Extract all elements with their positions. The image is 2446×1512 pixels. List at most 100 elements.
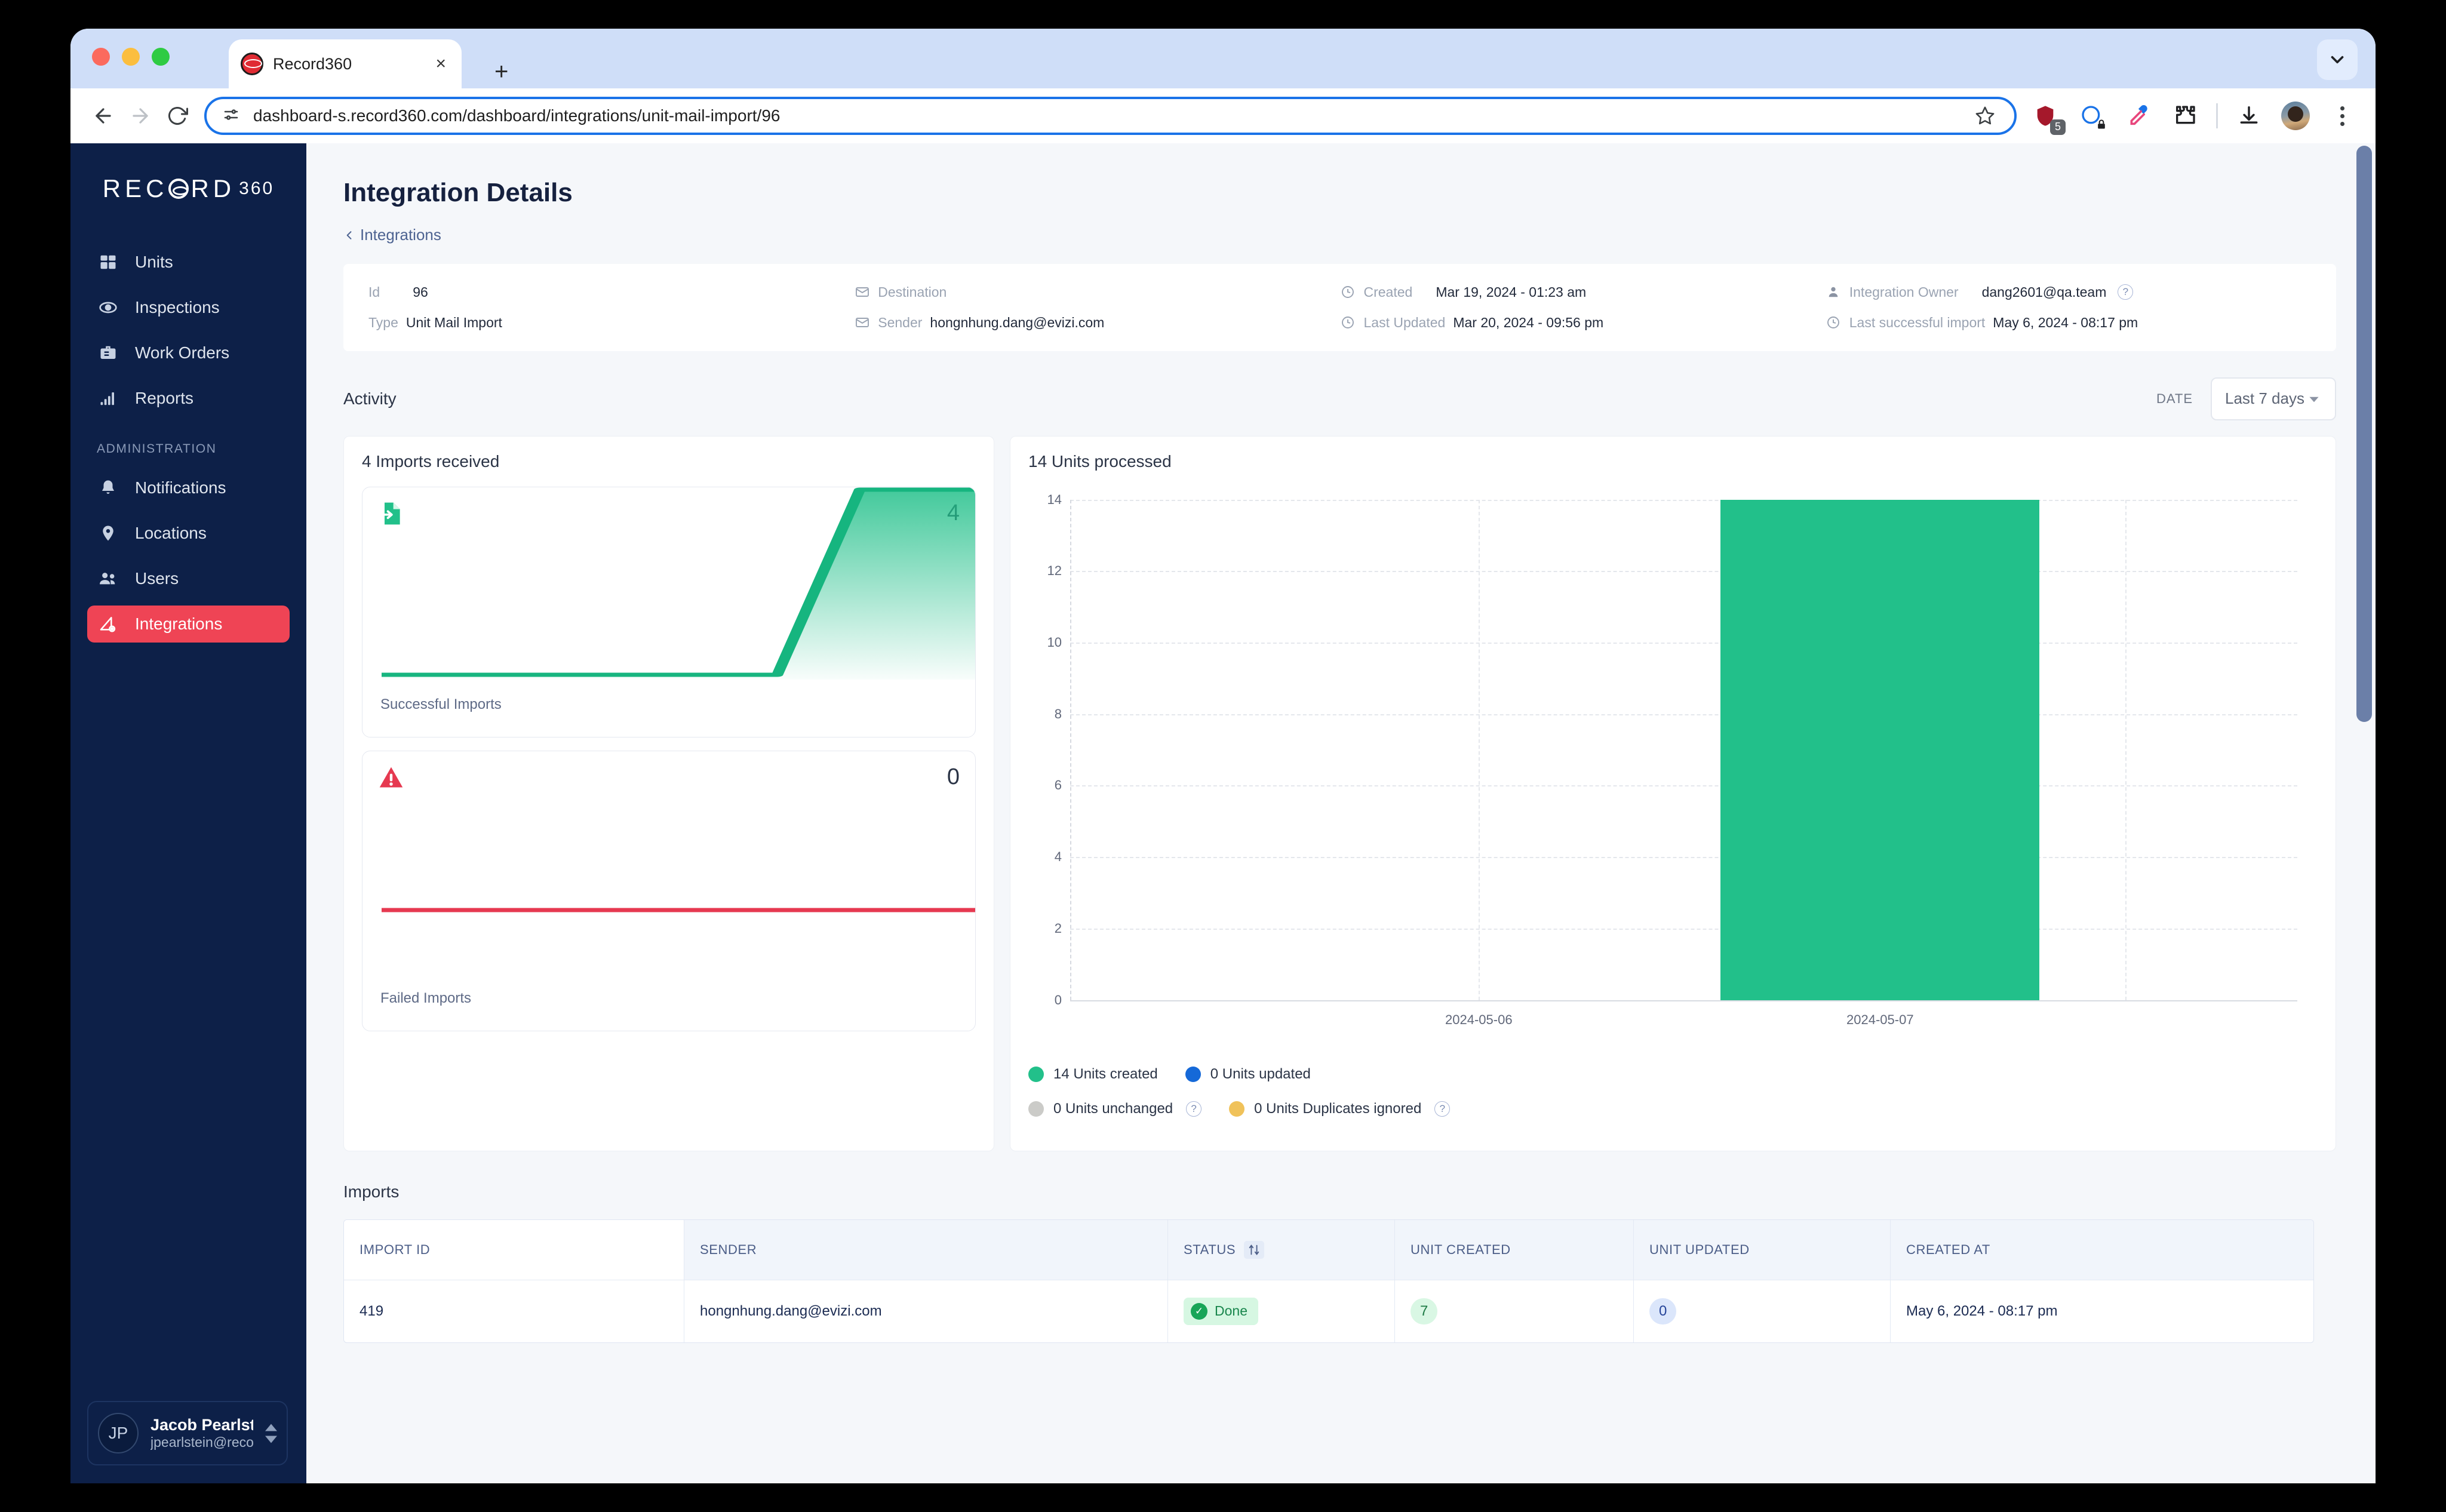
meta-type: Type Unit Mail Import <box>368 314 502 330</box>
close-window-button[interactable] <box>92 48 110 66</box>
table-row[interactable]: 419 hongnhung.dang@evizi.com ✓ Done 7 0 … <box>344 1279 2313 1342</box>
page-title: Integration Details <box>343 178 573 207</box>
shield-extension-icon[interactable]: 5 <box>2030 100 2066 135</box>
sidebar-item-locations[interactable]: Locations <box>87 515 290 552</box>
new-tab-button[interactable]: + <box>494 60 508 84</box>
legend-swatch <box>1028 1066 1044 1082</box>
browser-tab-strip: Record360 × + <box>70 29 2376 88</box>
maximize-window-button[interactable] <box>152 48 170 66</box>
users-icon <box>97 569 119 588</box>
download-icon[interactable] <box>2233 100 2264 131</box>
y-tick: 2 <box>1054 920 1062 936</box>
browser-toolbar: dashboard-s.record360.com/dashboard/inte… <box>70 88 2376 143</box>
legend-duplicates-ignored[interactable]: 0 Units Duplicates ignored ? <box>1229 1101 1451 1117</box>
clock-icon <box>1340 315 1356 330</box>
warning-triangle-icon <box>378 764 404 794</box>
meta-integration-owner: Integration Owner dang2601@qa.team ? <box>1826 284 2311 300</box>
logo-word-1: REC <box>102 174 168 202</box>
url-text: dashboard-s.record360.com/dashboard/inte… <box>253 106 780 125</box>
cell-unit-created: 7 <box>1395 1280 1634 1342</box>
page-scrollbar[interactable] <box>2354 143 2374 1483</box>
legend-swatch <box>1028 1101 1044 1117</box>
chart-legend: 14 Units created 0 Units updated 0 Units… <box>1028 1066 2315 1117</box>
minimize-window-button[interactable] <box>122 48 140 66</box>
help-icon[interactable]: ? <box>1186 1101 1202 1117</box>
tab-title: Record360 <box>273 54 352 73</box>
legend-units-unchanged[interactable]: 0 Units unchanged ? <box>1028 1101 1202 1117</box>
date-range-value: Last 7 days <box>2225 389 2304 407</box>
extensions-puzzle-icon[interactable] <box>2170 100 2201 131</box>
sidebar-item-notifications[interactable]: Notifications <box>87 469 290 506</box>
date-range-select[interactable]: Last 7 days <box>2211 377 2336 420</box>
address-bar[interactable]: dashboard-s.record360.com/dashboard/inte… <box>204 97 2017 135</box>
sort-icon[interactable] <box>1244 1240 1265 1259</box>
mail-icon <box>854 285 870 299</box>
user-profile-switcher[interactable]: JP Jacob Pearlstein jpearlstein@record36… <box>87 1401 288 1465</box>
status-badge-label: Done <box>1215 1303 1247 1319</box>
legend-units-created[interactable]: 14 Units created <box>1028 1066 1158 1083</box>
map-pin-icon <box>97 524 119 542</box>
column-header-created-at[interactable]: CREATED AT <box>1891 1219 2313 1280</box>
cell-status: ✓ Done <box>1168 1280 1395 1342</box>
help-icon[interactable]: ? <box>1434 1101 1451 1117</box>
column-header-import-id[interactable]: IMPORT ID <box>344 1219 684 1280</box>
sidebar-item-integrations[interactable]: Integrations <box>87 606 290 643</box>
column-header-status[interactable]: STATUS <box>1168 1219 1395 1280</box>
bookmark-star-icon[interactable] <box>1971 102 1999 130</box>
forward-arrow-icon[interactable] <box>122 97 159 134</box>
avatar: JP <box>98 1413 139 1453</box>
unit-updated-pill: 0 <box>1649 1298 1677 1324</box>
meta-sender: Sender hongnhung.dang@evizi.com <box>854 315 1339 331</box>
imports-section-title: Imports <box>343 1182 400 1201</box>
bar-2024-05-07[interactable] <box>1720 499 2040 1000</box>
profile-avatar-icon[interactable] <box>2280 100 2311 131</box>
sidebar-item-units[interactable]: Units <box>87 244 290 281</box>
clock-icon <box>1826 315 1842 330</box>
column-header-unit-updated[interactable]: UNIT UPDATED <box>1634 1219 1891 1280</box>
y-tick: 0 <box>1054 992 1062 1007</box>
sidebar-item-work-orders[interactable]: Work Orders <box>87 334 290 371</box>
privacy-lock-icon[interactable] <box>2076 100 2107 131</box>
user-name: Jacob Pearlstein <box>150 1416 253 1434</box>
y-tick: 14 <box>1047 491 1062 507</box>
chevron-up-down-icon[interactable] <box>265 1424 277 1443</box>
sidebar-item-users[interactable]: Users <box>87 560 290 597</box>
eyedropper-icon[interactable] <box>2123 100 2154 131</box>
application-viewport: REC RD 360 Units Inspections Work Orders… <box>70 143 2376 1483</box>
sidebar-item-label: Notifications <box>135 478 226 497</box>
browser-tab[interactable]: Record360 × <box>229 39 462 88</box>
help-icon[interactable]: ? <box>2118 284 2134 300</box>
column-header-sender[interactable]: SENDER <box>684 1219 1168 1280</box>
back-arrow-icon[interactable] <box>85 97 122 134</box>
clock-icon <box>1340 285 1356 299</box>
failed-imports-value: 0 <box>947 764 960 789</box>
legend-swatch <box>1229 1101 1245 1117</box>
toolbar-icon-group: 5 <box>2030 100 2361 135</box>
y-tick: 6 <box>1054 777 1062 793</box>
three-dot-menu-icon[interactable] <box>2327 100 2358 131</box>
tab-list-chevron-icon[interactable] <box>2317 39 2358 80</box>
scrollbar-thumb[interactable] <box>2356 146 2372 722</box>
legend-units-updated[interactable]: 0 Units updated <box>1185 1066 1311 1083</box>
breadcrumb[interactable]: Integrations <box>343 226 441 244</box>
mail-icon <box>854 315 870 330</box>
sidebar-item-reports[interactable]: Reports <box>87 380 290 417</box>
failed-imports-card: 0 Failed Imports <box>362 750 976 1031</box>
logo-word-2: RD <box>190 174 236 202</box>
grid-icon <box>97 253 119 271</box>
site-settings-icon[interactable] <box>222 106 240 127</box>
window-traffic-lights <box>92 48 170 66</box>
date-filter-label: DATE <box>2156 391 2193 406</box>
table-body: 419 hongnhung.dang@evizi.com ✓ Done 7 0 … <box>344 1279 2313 1342</box>
successful-imports-card: 4 <box>362 486 976 737</box>
reload-icon[interactable] <box>159 97 196 134</box>
browser-window: Record360 × + dashboard-s.record360.com/… <box>70 29 2376 1483</box>
sidebar-item-inspections[interactable]: Inspections <box>87 289 290 326</box>
sidebar-item-label: Inspections <box>135 298 220 316</box>
chart-plot-area: 14 12 10 8 6 4 2 0 2024-05-06 2024-05-07 <box>1047 492 2297 1027</box>
close-tab-button[interactable]: × <box>432 55 450 73</box>
column-header-unit-created[interactable]: UNIT CREATED <box>1395 1219 1634 1280</box>
cell-unit-updated: 0 <box>1634 1280 1891 1342</box>
briefcase-icon <box>97 344 119 362</box>
status-badge: ✓ Done <box>1184 1297 1258 1325</box>
